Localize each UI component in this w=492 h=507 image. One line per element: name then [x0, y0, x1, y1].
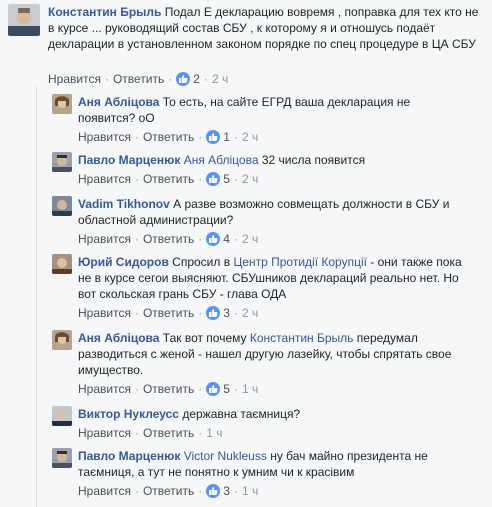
mention-link[interactable]: Аня Абліцова — [184, 153, 259, 167]
timestamp[interactable]: 2 ч — [242, 306, 258, 320]
reply-comment: Vadim Tikhonov А разве возможно совмещат… — [52, 196, 488, 248]
comment-author[interactable]: Константин Брыль — [48, 5, 161, 19]
reply-link[interactable]: Ответить — [143, 232, 194, 246]
comment-actions: Нравится · Ответить · 4 · 2 ч — [78, 232, 259, 246]
reply-comment: Павло Марценюк Аня Абліцова 32 числа поя… — [52, 152, 488, 188]
like-link[interactable]: Нравится — [78, 484, 131, 498]
reply-link[interactable]: Ответить — [143, 484, 194, 498]
comment-actions: Нравится · Ответить · 1 ч — [78, 426, 223, 440]
comment-text-before: Так вот почему — [162, 331, 247, 345]
timestamp[interactable]: 1 ч — [242, 484, 258, 498]
thumbs-up-icon[interactable] — [206, 172, 221, 186]
timestamp[interactable]: 2 ч — [242, 172, 258, 186]
reply-link[interactable]: Ответить — [143, 130, 194, 144]
reply-link[interactable]: Ответить — [143, 382, 194, 396]
like-link[interactable]: Нравится — [78, 130, 131, 144]
thumbs-up-icon[interactable] — [206, 382, 221, 396]
reply-link[interactable]: Ответить — [143, 306, 194, 320]
timestamp[interactable]: 2 ч — [242, 130, 258, 144]
comment-actions: Нравится · Ответить · 1 · 2 ч — [78, 130, 259, 144]
thumbs-up-icon[interactable] — [206, 306, 221, 320]
timestamp[interactable]: 2 ч — [212, 72, 228, 86]
avatar[interactable] — [52, 94, 72, 114]
reply-thread-line — [36, 86, 37, 507]
comment-text: 32 числа появится — [261, 153, 366, 167]
comment-actions: Нравится · Ответить · 3 · 1 ч — [78, 484, 259, 498]
avatar[interactable] — [52, 254, 72, 274]
reply-link[interactable]: Ответить — [113, 72, 164, 86]
like-count: 4 — [223, 232, 230, 246]
avatar[interactable] — [52, 152, 72, 172]
reply-comment: Юрий Сидоров Спросил в Центр Протидії Ко… — [52, 254, 488, 322]
reply-link[interactable]: Ответить — [143, 172, 194, 186]
avatar[interactable] — [52, 406, 72, 426]
like-count: 1 — [223, 130, 230, 144]
comment-author[interactable]: Юрий Сидоров — [78, 255, 169, 269]
like-link[interactable]: Нравится — [78, 426, 131, 440]
like-link[interactable]: Нравится — [78, 232, 131, 246]
reply-comment: Павло Марценюк Victor Nukleuss ну бач ма… — [52, 448, 488, 500]
comment-actions: Нравится · Ответить · 5 · 1 ч — [78, 382, 259, 396]
comment-author[interactable]: Павло Марценюк — [78, 449, 180, 463]
timestamp[interactable]: 1 ч — [242, 382, 258, 396]
reply-comment: Аня Абліцова То есть, на сайте ЕГРД ваша… — [52, 94, 488, 146]
comment-author[interactable]: Виктор Нуклеусс — [78, 407, 179, 421]
avatar[interactable] — [8, 4, 40, 36]
mention-link[interactable]: Victor Nukleuss — [184, 449, 267, 463]
avatar[interactable] — [52, 330, 72, 350]
like-count: 5 — [223, 382, 230, 396]
thumbs-up-icon[interactable] — [206, 130, 221, 144]
comment-text: державна таємниця? — [182, 407, 301, 421]
like-count: 2 — [193, 72, 200, 86]
comment-author[interactable]: Павло Марценюк — [78, 153, 180, 167]
reply-comment: Виктор Нуклеусс державна таємниця? Нрави… — [52, 406, 488, 442]
thumbs-up-icon[interactable] — [206, 232, 221, 246]
like-count: 3 — [223, 484, 230, 498]
like-count: 3 — [223, 306, 230, 320]
avatar[interactable] — [52, 196, 72, 216]
like-link[interactable]: Нравится — [78, 306, 131, 320]
comment-actions: Нравится · Ответить · 5 · 2 ч — [78, 172, 259, 186]
thumbs-up-icon[interactable] — [176, 72, 191, 86]
like-count: 5 — [223, 172, 230, 186]
timestamp[interactable]: 2 ч — [242, 232, 258, 246]
mention-link[interactable]: Константин Брыль — [250, 331, 354, 345]
like-link[interactable]: Нравится — [78, 172, 131, 186]
timestamp[interactable]: 1 ч — [206, 426, 222, 440]
comment-author[interactable]: Vadim Tikhonov — [78, 197, 170, 211]
reply-comment: Аня Абліцова Так вот почему Константин Б… — [52, 330, 488, 398]
reply-link[interactable]: Ответить — [143, 426, 194, 440]
like-link[interactable]: Нравится — [78, 382, 131, 396]
comment-author[interactable]: Аня Абліцова — [78, 95, 159, 109]
avatar[interactable] — [52, 448, 72, 468]
comment: Константин Брыль Подал Е декларацию вовр… — [8, 4, 488, 88]
comment-author[interactable]: Аня Абліцова — [78, 331, 159, 345]
mention-link[interactable]: Центр Протидії Корупції — [233, 255, 367, 269]
comment-text-before: Спросил в — [172, 255, 231, 269]
like-link[interactable]: Нравится — [48, 72, 101, 86]
comment-actions: Нравится · Ответить · 2 · 2 ч — [48, 72, 229, 86]
comment-actions: Нравится · Ответить · 3 · 2 ч — [78, 306, 259, 320]
thumbs-up-icon[interactable] — [206, 484, 221, 498]
